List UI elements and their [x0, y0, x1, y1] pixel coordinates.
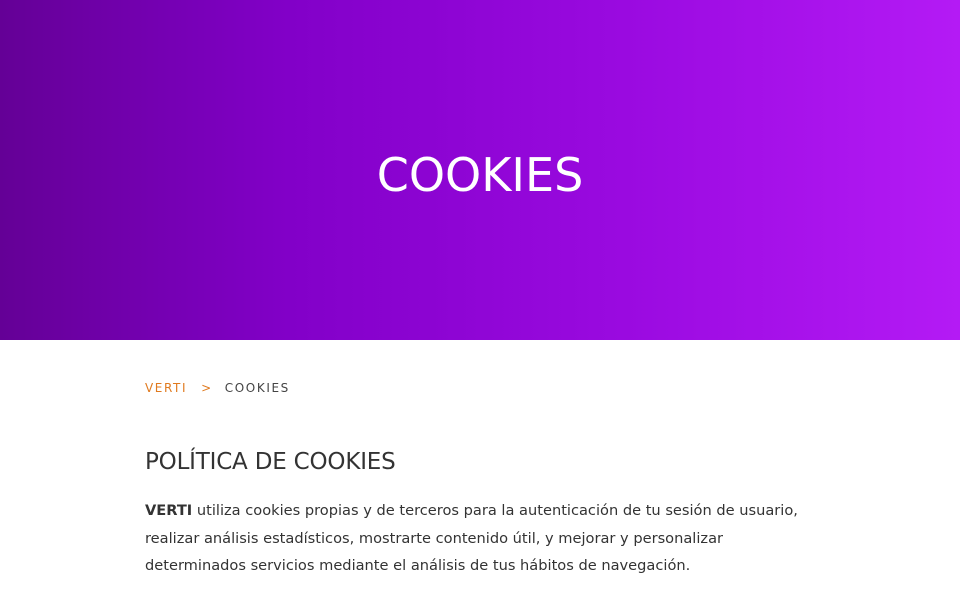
page-title: COOKIES	[376, 148, 584, 202]
breadcrumb: VERTI > COOKIES	[145, 380, 825, 396]
section-title: POLÍTICA DE COOKIES	[145, 449, 396, 475]
paragraph-text: utiliza cookies propias y de terceros pa…	[145, 502, 798, 574]
hero-banner: COOKIES	[0, 0, 960, 340]
cookie-policy-paragraph: VERTI utiliza cookies propias y de terce…	[145, 497, 820, 580]
brand-name: VERTI	[145, 502, 193, 519]
breadcrumb-current: COOKIES	[224, 381, 290, 395]
breadcrumb-home-link[interactable]: VERTI	[145, 381, 187, 395]
breadcrumb-separator: >	[201, 381, 213, 395]
main-content: VERTI > COOKIES POLÍTICA DE COOKIES VERT…	[145, 340, 825, 580]
